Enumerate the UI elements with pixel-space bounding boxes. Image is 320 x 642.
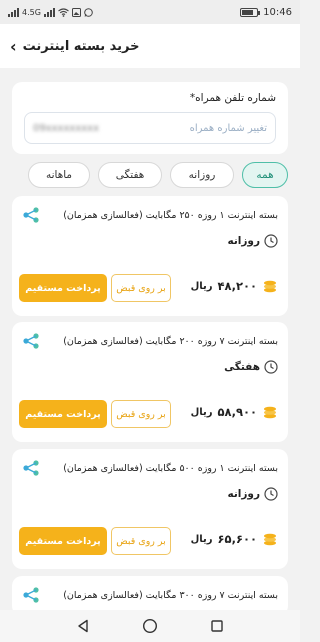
package-period: روزانه <box>227 234 278 248</box>
tab-all[interactable]: همه <box>242 162 288 188</box>
pay-on-bill-button[interactable]: بر روی قبض <box>111 400 171 428</box>
period-tabs: همه روزانه هفتگی ماهانه <box>0 162 300 190</box>
direct-pay-button[interactable]: پرداخت مستقیم <box>19 527 107 555</box>
status-left: 4.5G <box>8 7 93 17</box>
pay-on-bill-button[interactable]: بر روی قبض <box>111 527 171 555</box>
package-price: ۵۸,۹۰۰ ریال <box>191 404 278 420</box>
page-title: خرید بسته اینترنت <box>22 38 140 54</box>
pay-on-bill-button[interactable]: بر روی قبض <box>111 274 171 302</box>
package-period: هفتگی <box>224 360 278 374</box>
package-card: بسته اینترنت ۷ روزه ۲۰۰ مگابایت (فعالساز… <box>12 322 288 442</box>
clock-icon <box>264 234 278 248</box>
tab-monthly[interactable]: ماهانه <box>28 162 90 188</box>
app-header: ‹ خرید بسته اینترنت <box>0 24 300 68</box>
price-unit: ریال <box>190 280 213 292</box>
package-price: ۴۸,۲۰۰ ریال <box>191 278 278 294</box>
phone-card: شماره تلفن همراه* تغییر شماره همراه <box>12 82 288 154</box>
status-time: 10:46 <box>263 6 292 18</box>
share-icon[interactable] <box>22 586 40 604</box>
clock-icon <box>264 360 278 374</box>
direct-pay-button[interactable]: پرداخت مستقیم <box>19 274 107 302</box>
system-nav-bar <box>0 610 300 642</box>
package-period-label: روزانه <box>227 235 260 247</box>
price-unit: ریال <box>190 533 213 545</box>
phone-field[interactable]: تغییر شماره همراه <box>24 112 276 144</box>
package-period: روزانه <box>227 487 278 501</box>
tab-weekly[interactable]: هفتگی <box>98 162 162 188</box>
gallery-icon <box>71 7 81 17</box>
price-value: ۶۵,۶۰۰ <box>217 532 257 546</box>
package-card: بسته اینترنت ۱ روزه ۲۵۰ مگابایت (فعالساز… <box>12 196 288 316</box>
battery-icon <box>240 7 261 17</box>
home-nav-icon[interactable] <box>140 616 160 636</box>
share-icon[interactable] <box>22 332 40 350</box>
price-unit: ریال <box>190 406 213 418</box>
share-icon[interactable] <box>22 459 40 477</box>
package-price: ۶۵,۶۰۰ ریال <box>191 531 278 547</box>
package-period-label: روزانه <box>227 488 260 500</box>
price-value: ۵۸,۹۰۰ <box>217 405 257 419</box>
signal-icon-2 <box>43 7 55 17</box>
package-title: بسته اینترنت ۱ روزه ۲۵۰ مگابایت (فعالساز… <box>63 210 278 221</box>
recents-nav-icon[interactable] <box>207 616 227 636</box>
package-period-label: هفتگی <box>224 361 260 373</box>
phone-label: شماره تلفن همراه* <box>189 92 276 104</box>
chevron-left-icon[interactable]: ‹ <box>10 37 17 56</box>
status-bar: 4.5G 10:46 <box>0 0 300 24</box>
package-title: بسته اینترنت ۷ روزه ۳۰۰ مگابایت (فعالساز… <box>63 590 278 601</box>
direct-pay-button[interactable]: پرداخت مستقیم <box>19 400 107 428</box>
signal-icon <box>8 7 19 17</box>
tab-daily[interactable]: روزانه <box>170 162 234 188</box>
status-right: 10:46 <box>240 7 292 18</box>
package-title: بسته اینترنت ۱ روزه ۵۰۰ مگابایت (فعالساز… <box>63 463 278 474</box>
phone-input[interactable] <box>33 122 123 134</box>
whatsapp-icon <box>84 7 93 17</box>
share-icon[interactable] <box>22 206 40 224</box>
clock-icon <box>264 487 278 501</box>
package-title: بسته اینترنت ۷ روزه ۲۰۰ مگابایت (فعالساز… <box>63 336 278 347</box>
coins-icon <box>264 406 276 419</box>
price-value: ۴۸,۲۰۰ <box>217 279 257 293</box>
wifi-icon <box>58 7 69 17</box>
back-nav-icon[interactable] <box>73 616 93 636</box>
change-phone-link[interactable]: تغییر شماره همراه <box>190 123 267 134</box>
coins-icon <box>264 280 276 293</box>
package-card: بسته اینترنت ۱ روزه ۵۰۰ مگابایت (فعالساز… <box>12 449 288 569</box>
coins-icon <box>264 533 276 546</box>
network-type: 4.5G <box>22 7 41 17</box>
